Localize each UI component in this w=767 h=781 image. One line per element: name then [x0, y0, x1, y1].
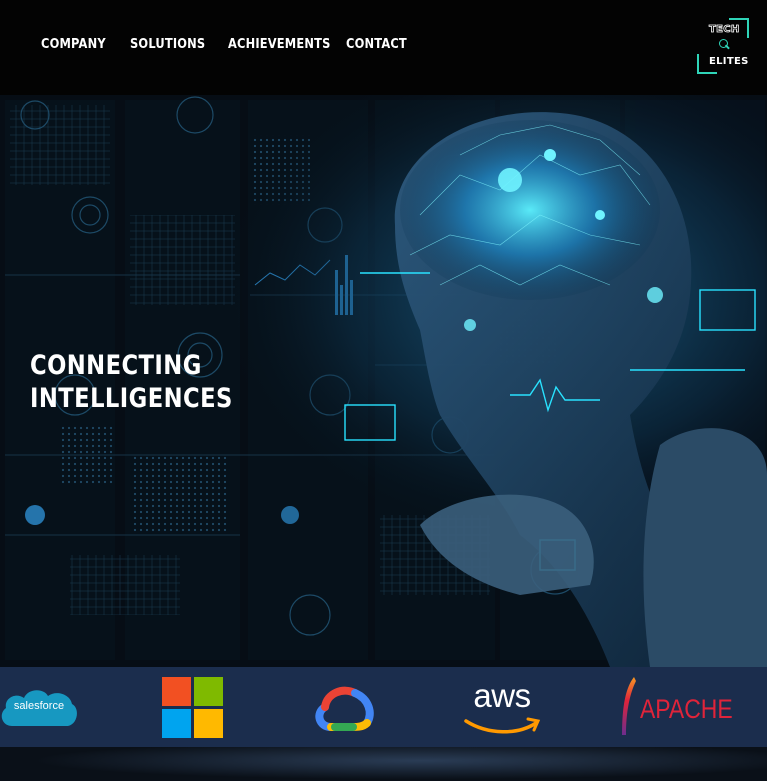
hero-headline: CONNECTING INTELLIGENCES: [30, 349, 233, 415]
aws-logo[interactable]: aws: [460, 677, 544, 735]
apache-feather-icon: [622, 677, 636, 735]
microsoft-tile-blue: [162, 709, 191, 738]
magnifier-icon: [719, 39, 728, 48]
salesforce-wordmark: salesforce: [13, 700, 65, 712]
next-section-preview: [0, 747, 767, 781]
logo-text-line1: TECH: [709, 24, 740, 36]
nav-company[interactable]: COMPANY: [41, 37, 106, 52]
tech-elites-logo[interactable]: TECH ELITES: [697, 18, 749, 74]
microsoft-tile-green: [194, 677, 223, 706]
apache-wordmark: APACHE: [640, 694, 733, 724]
partner-logo-strip: salesforce aws APACHE: [0, 667, 767, 747]
nav-solutions[interactable]: SOLUTIONS: [130, 37, 205, 52]
aws-smile-icon: [464, 717, 541, 734]
nav-contact[interactable]: CONTACT: [346, 37, 407, 52]
hero-section: CONNECTING INTELLIGENCES: [0, 95, 767, 667]
hero-headline-line2: INTELLIGENCES: [30, 383, 233, 414]
microsoft-tile-yellow: [194, 709, 223, 738]
nav-achievements[interactable]: ACHIEVEMENTS: [228, 37, 330, 52]
logo-text-line2: ELITES: [709, 56, 749, 67]
top-navigation: COMPANY SOLUTIONS ACHIEVEMENTS CONTACT T…: [0, 0, 767, 95]
apache-logo[interactable]: APACHE: [618, 675, 733, 739]
hero-headline-line1: CONNECTING: [30, 350, 202, 381]
google-cloud-logo[interactable]: [313, 683, 381, 735]
google-cloud-icon: [315, 686, 374, 731]
microsoft-tile-red: [162, 677, 191, 706]
salesforce-logo[interactable]: salesforce: [0, 686, 78, 734]
microsoft-logo[interactable]: [162, 677, 223, 738]
